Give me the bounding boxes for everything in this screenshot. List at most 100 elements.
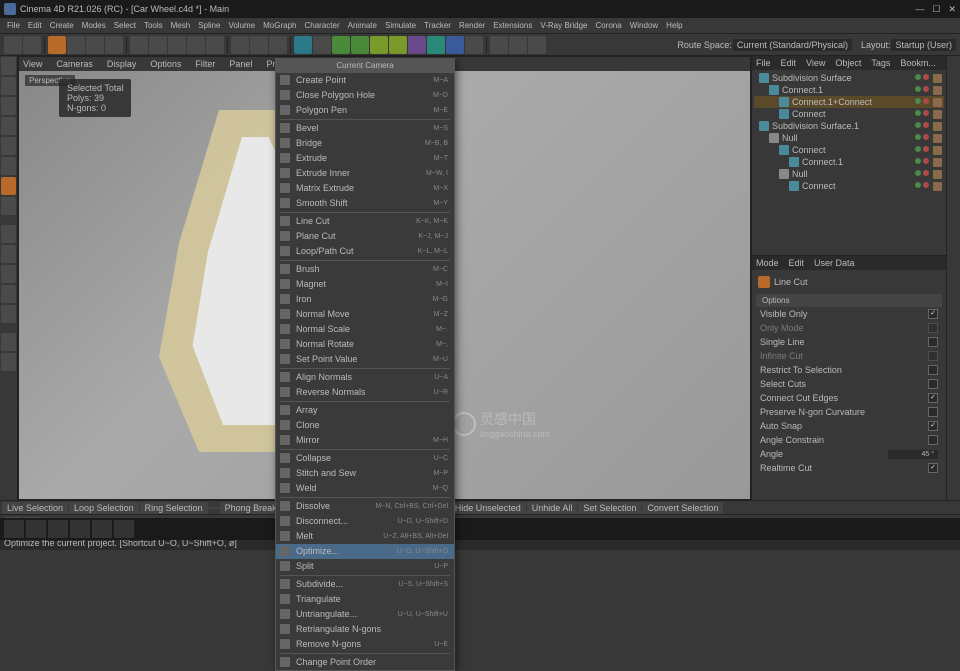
workplane-mode[interactable] [1, 117, 16, 135]
checkbox[interactable] [928, 421, 938, 431]
add-generator[interactable] [332, 36, 350, 54]
sel-tab[interactable]: Ring Selection [140, 502, 208, 514]
visibility-dot[interactable] [923, 146, 929, 152]
checkbox[interactable] [928, 365, 938, 375]
add-field[interactable] [370, 36, 388, 54]
model-mode[interactable] [1, 77, 16, 95]
visibility-dot[interactable] [915, 170, 921, 176]
visibility-dot[interactable] [923, 110, 929, 116]
vp-menu-view[interactable]: View [23, 59, 42, 69]
coord-system[interactable] [206, 36, 224, 54]
ctx-bevel[interactable]: BevelM~S [276, 121, 454, 136]
ctx-weld[interactable]: WeldM~Q [276, 481, 454, 496]
viewport-solo[interactable] [1, 333, 16, 351]
menu-spline[interactable]: Spline [195, 21, 223, 30]
visibility-dot[interactable] [915, 158, 921, 164]
visibility-dot[interactable] [923, 122, 929, 128]
sel-tab[interactable]: Live Selection [2, 502, 68, 514]
redo-button[interactable] [23, 36, 41, 54]
ctx-bridge[interactable]: BridgeM~B, B [276, 136, 454, 151]
add-camera[interactable] [446, 36, 464, 54]
tree-item[interactable]: Null [754, 132, 944, 144]
edge-mode[interactable] [1, 157, 16, 175]
menu-help[interactable]: Help [663, 21, 685, 30]
axis-lock-z[interactable] [187, 36, 205, 54]
sel-tab[interactable]: Hide Unselected [450, 502, 526, 514]
obj-menu-tags[interactable]: Tags [871, 58, 890, 68]
visibility-dot[interactable] [915, 122, 921, 128]
render-pv[interactable] [250, 36, 268, 54]
search-button[interactable] [26, 520, 46, 538]
app-taskbar-icon2[interactable] [114, 520, 134, 538]
visibility-dot[interactable] [923, 182, 929, 188]
ctx-optimize-[interactable]: Optimize...U~O, U~Shift+O [276, 544, 454, 559]
menu-tools[interactable]: Tools [141, 21, 166, 30]
tag-icon[interactable] [933, 134, 942, 143]
obj-menu-view[interactable]: View [806, 58, 825, 68]
add-cube[interactable] [294, 36, 312, 54]
app-taskbar-icon[interactable] [92, 520, 112, 538]
minimize-icon[interactable]: — [915, 4, 924, 15]
ctx-extrude-inner[interactable]: Extrude InnerM~W, I [276, 166, 454, 181]
menu-tracker[interactable]: Tracker [421, 21, 454, 30]
snap-toggle[interactable] [1, 225, 16, 243]
menu-volume[interactable]: Volume [225, 21, 258, 30]
ctx-plane-cut[interactable]: Plane CutK~J, M~J [276, 229, 454, 244]
tag-icon[interactable] [933, 110, 942, 119]
menu-select[interactable]: Select [111, 21, 139, 30]
menu-mesh[interactable]: Mesh [168, 21, 194, 30]
menu-v-ray-bridge[interactable]: V-Ray Bridge [537, 21, 590, 30]
obj-menu-object[interactable]: Object [835, 58, 861, 68]
ctx-set-point-value[interactable]: Set Point ValueM~U [276, 352, 454, 367]
sel-tab[interactable]: Loop Selection [69, 502, 139, 514]
layout-value[interactable]: Startup (User) [891, 39, 956, 51]
add-light[interactable] [465, 36, 483, 54]
visibility-dot[interactable] [923, 134, 929, 140]
visibility-dot[interactable] [915, 110, 921, 116]
attr-menu-mode[interactable]: Mode [756, 258, 779, 268]
ctx-reverse-normals[interactable]: Reverse NormalsU~R [276, 385, 454, 400]
visibility-dot[interactable] [915, 98, 921, 104]
point-mode[interactable] [1, 137, 16, 155]
ctx-brush[interactable]: BrushM~C [276, 262, 454, 277]
tag-icon[interactable] [933, 182, 942, 191]
tree-item[interactable]: Connect [754, 180, 944, 192]
value-input[interactable]: 45 ° [888, 450, 938, 459]
ctx-stitch-and-sew[interactable]: Stitch and SewM~P [276, 466, 454, 481]
explorer-icon[interactable] [70, 520, 90, 538]
maximize-icon[interactable]: ☐ [932, 4, 940, 15]
ctx-triangulate[interactable]: Triangulate [276, 592, 454, 607]
planar[interactable] [1, 305, 16, 323]
tree-item[interactable]: Null [754, 168, 944, 180]
ctx-remove-n-gons[interactable]: Remove N-gonsU~E [276, 637, 454, 652]
ctx-smooth-shift[interactable]: Smooth ShiftM~Y [276, 196, 454, 211]
ctx-create-point[interactable]: Create PointM~A [276, 73, 454, 88]
ctx-subdivide-[interactable]: Subdivide...U~S, U~Shift+S [276, 577, 454, 592]
route-space-value[interactable]: Current (Standard/Physical) [733, 39, 852, 51]
menu-create[interactable]: Create [47, 21, 77, 30]
render-region[interactable] [1, 353, 16, 371]
obj-menu-edit[interactable]: Edit [781, 58, 797, 68]
make-editable[interactable] [1, 57, 16, 75]
visibility-dot[interactable] [915, 134, 921, 140]
tree-item[interactable]: Subdivision Surface.1 [754, 120, 944, 132]
render-settings[interactable] [269, 36, 287, 54]
ctx-mirror[interactable]: MirrorM~H [276, 433, 454, 448]
vp-menu-panel[interactable]: Panel [229, 59, 252, 69]
locked[interactable] [1, 285, 16, 303]
menu-modes[interactable]: Modes [79, 21, 109, 30]
ctx-matrix-extrude[interactable]: Matrix ExtrudeM~X [276, 181, 454, 196]
menu-corona[interactable]: Corona [592, 21, 624, 30]
checkbox[interactable] [928, 337, 938, 347]
vp-menu-filter[interactable]: Filter [195, 59, 215, 69]
options-header[interactable]: Options [756, 294, 942, 307]
visibility-dot[interactable] [915, 146, 921, 152]
undo-button[interactable] [4, 36, 22, 54]
close-icon[interactable]: ✕ [948, 4, 956, 15]
start-button[interactable] [4, 520, 24, 538]
visibility-dot[interactable] [923, 74, 929, 80]
right-edge-tabs[interactable] [946, 56, 960, 500]
tag-icon[interactable] [933, 170, 942, 179]
vp-menu-cameras[interactable]: Cameras [56, 59, 93, 69]
add-deformer[interactable] [408, 36, 426, 54]
